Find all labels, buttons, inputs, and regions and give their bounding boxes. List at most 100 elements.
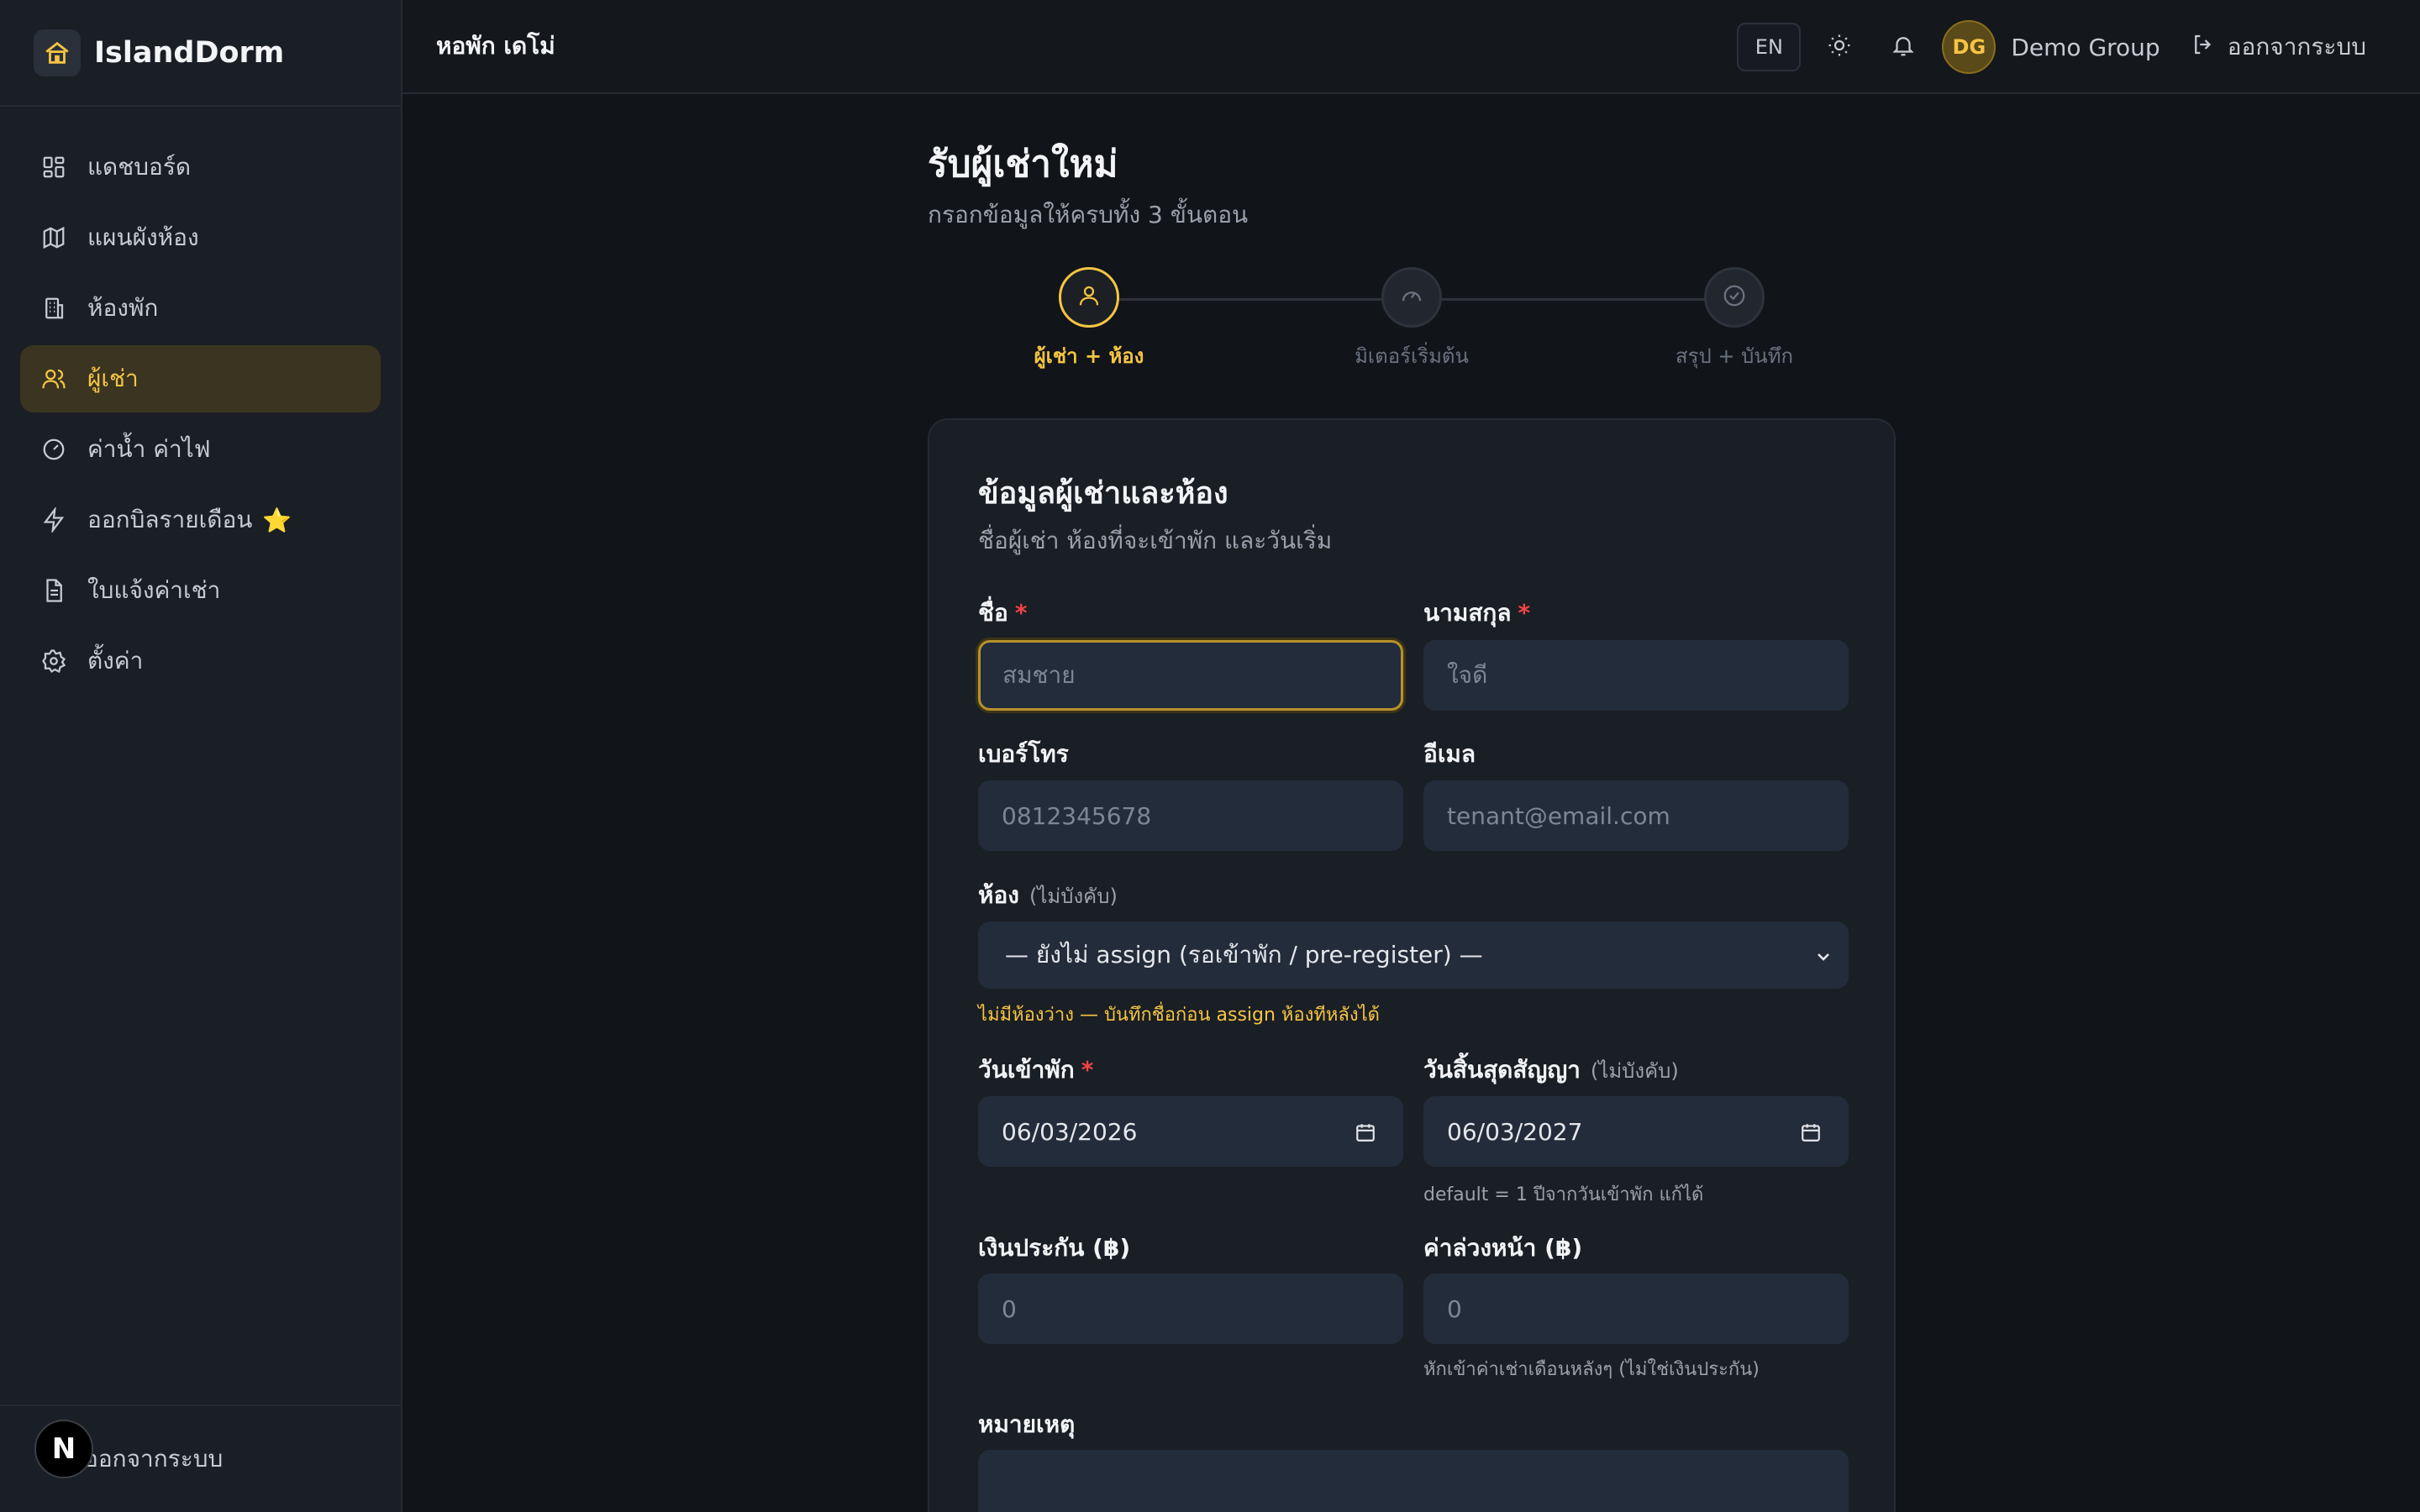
- contract-end-date-value: 06/03/2027: [1447, 1117, 1583, 1146]
- contract-end-hint: default = 1 ปีจากวันเข้าพัก แก้ได้: [1423, 1184, 1704, 1205]
- user-icon: [1076, 283, 1102, 312]
- advance-hint: หักเข้าค่าเช่าเดือนหลังๆ (ไม่ใช่เงินประก…: [1423, 1359, 1760, 1380]
- room-selected-value: — ยังไม่ assign (รอเข้าพัก / pre-registe…: [1005, 941, 1483, 969]
- brand[interactable]: IslandDorm: [0, 0, 401, 107]
- phone-input[interactable]: 0812345678: [978, 780, 1403, 851]
- sidebar-item-label: ค่าน้ำ ค่าไฟ: [87, 435, 211, 463]
- sidebar-item-dashboard[interactable]: แดชบอร์ด: [20, 134, 381, 201]
- map-icon: [40, 224, 67, 251]
- move-in-label: วันเข้าพัก *: [978, 1052, 1093, 1089]
- first-name-label: ชื่อ *: [978, 595, 1027, 632]
- email-label: อีเมล: [1423, 740, 1476, 768]
- topbar: หอพัก เดโม่ EN DG Demo Group ออกจากระบบ: [402, 0, 2420, 94]
- step-circle: [1704, 267, 1765, 328]
- notes-textarea[interactable]: [978, 1450, 1849, 1512]
- deposit-input[interactable]: 0: [978, 1273, 1403, 1344]
- sidebar-nav: แดชบอร์ด แผนผังห้อง ห้องพัก ผู้เช่า ค่าน…: [0, 107, 401, 695]
- sidebar: IslandDorm แดชบอร์ด แผนผังห้อง ห้องพัก ผ…: [0, 0, 402, 1512]
- advance-input[interactable]: 0: [1423, 1273, 1849, 1344]
- sidebar-item-floorplan[interactable]: แผนผังห้อง: [20, 204, 381, 271]
- theme-toggle-button[interactable]: [1814, 22, 1865, 72]
- email-placeholder: tenant@email.com: [1447, 801, 1670, 830]
- lightning-icon: [40, 507, 67, 533]
- logout-icon: [2191, 32, 2216, 63]
- sidebar-item-tenants[interactable]: ผู้เช่า: [20, 345, 381, 412]
- page-subtitle: กรอกข้อมูลให้ครบทั้ง 3 ขั้นตอน: [928, 201, 1249, 228]
- user-name: Demo Group: [2011, 33, 2160, 61]
- last-name-placeholder: ใจดี: [1447, 661, 1488, 689]
- chevron-down-icon: [1813, 945, 1833, 973]
- notifications-button[interactable]: [1878, 22, 1928, 72]
- first-name-placeholder: สมชาย: [1002, 661, 1076, 689]
- advance-placeholder: 0: [1447, 1294, 1462, 1323]
- last-name-label: นามสกุล *: [1423, 595, 1530, 632]
- deposit-placeholder: 0: [1002, 1294, 1017, 1323]
- email-input[interactable]: tenant@email.com: [1423, 780, 1849, 851]
- sidebar-item-settings[interactable]: ตั้งค่า: [20, 627, 381, 695]
- move-in-label-text: วันเข้าพัก: [978, 1056, 1075, 1084]
- contract-end-date-input[interactable]: 06/03/2027: [1423, 1096, 1849, 1167]
- first-name-input[interactable]: สมชาย: [978, 640, 1403, 711]
- phone-label: เบอร์โทร: [978, 740, 1069, 768]
- sidebar-item-label: ห้องพัก: [87, 294, 159, 322]
- step-circle: [1381, 267, 1442, 328]
- document-icon: [40, 577, 67, 604]
- dashboard-icon: [40, 154, 67, 181]
- sidebar-item-label: แดชบอร์ด: [87, 153, 192, 181]
- optional-marker: (ไม่บังคับ): [1028, 885, 1118, 908]
- star-icon: ⭐: [262, 506, 292, 534]
- language-label: EN: [1754, 35, 1783, 59]
- calendar-icon[interactable]: [1355, 1121, 1376, 1149]
- tenant-form-card: ข้อมูลผู้เช่าและห้อง ชื่อผู้เช่า ห้องที่…: [928, 418, 1896, 1512]
- gear-icon: [40, 648, 67, 675]
- step-summary: สรุป + บันทึก: [1608, 267, 1860, 372]
- form-subtitle: ชื่อผู้เช่า ห้องที่จะเข้าพัก และวันเริ่ม: [978, 527, 1333, 554]
- room-label: ห้อง (ไม่บังคับ): [978, 877, 1118, 914]
- optional-marker: (ไม่บังคับ): [1590, 1059, 1679, 1083]
- advance-label: ค่าล่วงหน้า (฿): [1423, 1234, 1583, 1262]
- topbar-actions: EN DG Demo Group ออกจากระบบ: [1737, 0, 2366, 94]
- gauge-icon: [1399, 283, 1424, 312]
- bell-icon: [1891, 33, 1916, 61]
- sidebar-item-label: ตั้งค่า: [87, 647, 144, 675]
- room-label-text: ห้อง: [978, 881, 1019, 909]
- move-in-date-value: 06/03/2026: [1002, 1117, 1138, 1146]
- sidebar-item-label: แผนผังห้อง: [87, 223, 199, 251]
- first-name-label-text: ชื่อ: [978, 599, 1008, 627]
- gauge-icon: [40, 436, 67, 463]
- room-select[interactable]: — ยังไม่ assign (รอเข้าพัก / pre-registe…: [978, 921, 1849, 989]
- avatar[interactable]: DG: [1942, 20, 1996, 74]
- dorm-name: หอพัก เดโม่: [436, 32, 555, 60]
- room-hint: ไม่มีห้องว่าง — บันทึกชื่อก่อน assign ห้…: [978, 1005, 1380, 1026]
- next-dev-badge[interactable]: N: [34, 1420, 93, 1478]
- logout-button[interactable]: ออกจากระบบ: [2191, 29, 2366, 66]
- sidebar-item-invoices[interactable]: ใบแจ้งค่าเช่า: [20, 557, 381, 624]
- last-name-input[interactable]: ใจดี: [1423, 640, 1849, 711]
- users-icon: [40, 365, 67, 392]
- required-marker: *: [1518, 599, 1531, 627]
- contract-end-label-text: วันสิ้นสุดสัญญา: [1423, 1056, 1581, 1084]
- dorm-logo-icon: [34, 29, 81, 76]
- step-label: ผู้เช่า + ห้อง: [1034, 344, 1144, 368]
- sun-icon: [1827, 33, 1852, 61]
- check-circle-icon: [1722, 283, 1747, 312]
- sidebar-logout-label: ออกจากระบบ: [84, 1445, 224, 1473]
- page-title: รับผู้เช่าใหม่: [928, 143, 1118, 186]
- calendar-icon[interactable]: [1800, 1121, 1822, 1149]
- sidebar-item-monthly-billing[interactable]: ออกบิลรายเดือน ⭐: [20, 486, 381, 554]
- sidebar-item-utilities[interactable]: ค่าน้ำ ค่าไฟ: [20, 416, 381, 483]
- stepper: ผู้เช่า + ห้อง มิเตอร์เริ่มต้น สรุป + บั…: [928, 267, 1896, 368]
- sidebar-item-rooms[interactable]: ห้องพัก: [20, 275, 381, 342]
- next-badge-label: N: [51, 1432, 76, 1466]
- last-name-label-text: นามสกุล: [1423, 599, 1512, 627]
- language-toggle-button[interactable]: EN: [1737, 23, 1802, 71]
- required-marker: *: [1014, 599, 1028, 627]
- move-in-date-input[interactable]: 06/03/2026: [978, 1096, 1403, 1167]
- form-title: ข้อมูลผู้เช่าและห้อง: [978, 476, 1228, 511]
- deposit-label: เงินประกัน (฿): [978, 1234, 1131, 1262]
- contract-end-label: วันสิ้นสุดสัญญา (ไม่บังคับ): [1423, 1052, 1679, 1089]
- step-label: สรุป + บันทึก: [1675, 344, 1794, 368]
- step-label: มิเตอร์เริ่มต้น: [1355, 344, 1469, 368]
- phone-placeholder: 0812345678: [1002, 801, 1152, 830]
- sidebar-item-label: ออกบิลรายเดือน: [87, 506, 253, 533]
